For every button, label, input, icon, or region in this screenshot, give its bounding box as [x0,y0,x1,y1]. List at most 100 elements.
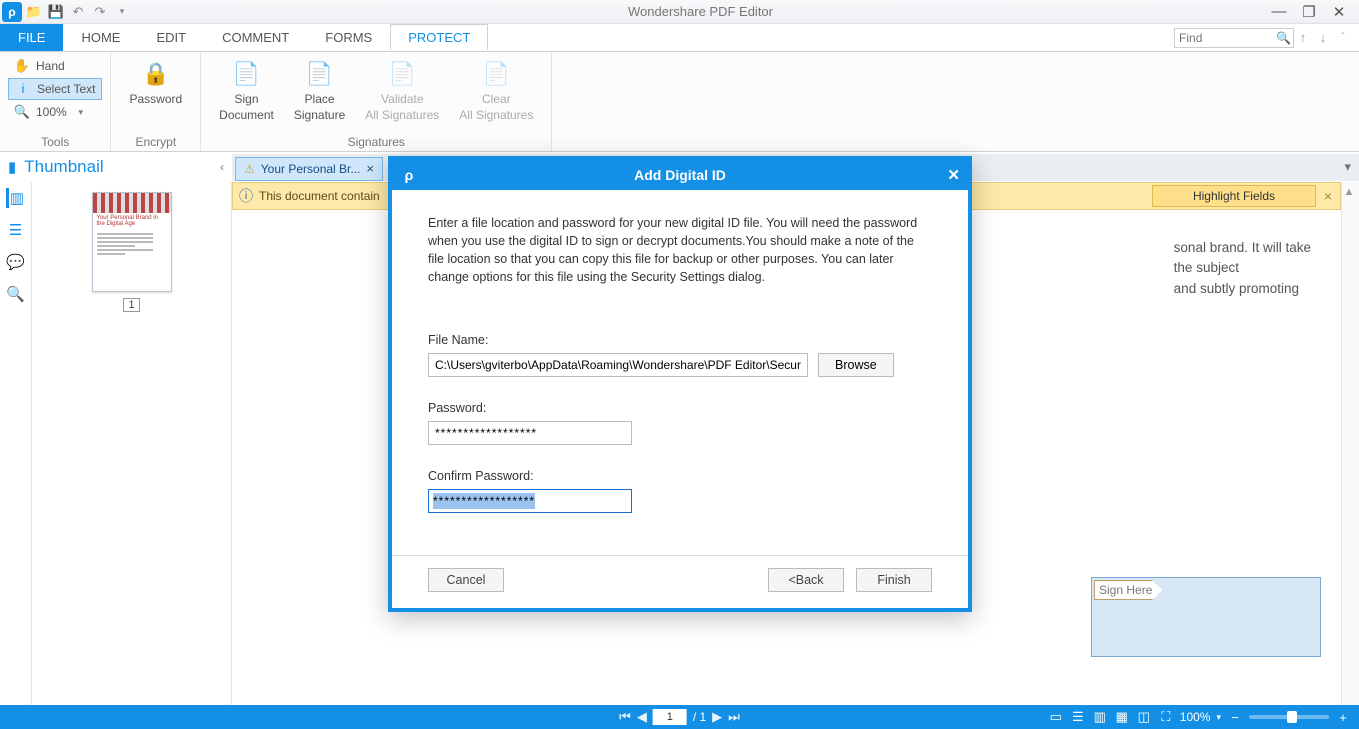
tab-home[interactable]: HOME [63,24,138,51]
redo-icon[interactable]: ↷ [90,2,110,22]
add-digital-id-dialog: ρ Add Digital ID ✕ Enter a file location… [388,156,972,612]
place-signature-button[interactable]: 📄 Place Signature [284,56,355,122]
file-name-label: File Name: [428,333,932,347]
cancel-button[interactable]: Cancel [428,568,504,592]
doc-line-2: the subject [1174,258,1311,278]
zoom-icon: 🔍 [14,104,30,120]
password-button[interactable]: 🔒 Password [119,56,192,106]
signature-field[interactable]: Sign Here [1091,577,1321,657]
dialog-close-icon[interactable]: ✕ [947,166,960,184]
find-next-icon[interactable]: ↓ [1315,30,1331,46]
search-rail-icon[interactable]: 🔍 [6,284,26,304]
doc-tab-overflow-icon[interactable]: ▾ [1344,154,1359,181]
close-tab-icon[interactable]: × [366,161,374,176]
thumbnail-title: Thumbnail [24,157,103,177]
ribbon: ✋Hand ᎥSelect Text 🔍 100% ▾ Tools 🔒 Passwo… [0,52,1359,152]
clear-l1: Clear [482,92,511,106]
ribbon-group-tools: ✋Hand ᎥSelect Text 🔍 100% ▾ Tools [0,52,111,151]
prev-page-icon[interactable]: ◀ [637,709,647,725]
app-logo-icon: ρ [2,2,22,22]
validate-all-button[interactable]: 📄 Validate All Signatures [355,56,449,122]
place-sig-l1: Place [305,92,335,106]
doc-line-3: and subtly promoting [1174,279,1311,299]
zoom-slider[interactable] [1249,715,1329,719]
back-button[interactable]: <Back [768,568,844,592]
notice-close-icon[interactable]: × [1316,188,1340,204]
save-icon[interactable]: 💾 [46,2,66,22]
highlight-fields-button[interactable]: Highlight Fields [1152,185,1316,207]
tools-group-label: Tools [8,133,102,149]
clear-l2: All Signatures [459,108,533,122]
tab-protect[interactable]: PROTECT [390,24,488,51]
collapse-panel-icon[interactable]: ‹ [220,160,224,174]
tab-file[interactable]: FILE [0,24,63,51]
zoom-out-icon[interactable]: − [1227,709,1243,725]
qat-dropdown-icon[interactable]: ▾ [112,2,132,22]
bookmarks-rail-icon[interactable]: ☰ [6,220,26,240]
status-right: ▭ ☰ ▥ ▦ ◫ ⛶ 100% ▾ − + [1048,709,1351,725]
validate-l2: All Signatures [365,108,439,122]
find-prev-icon[interactable]: ↑ [1295,30,1311,46]
next-page-icon[interactable]: ▶ [712,709,722,725]
page-total: / 1 [693,710,706,724]
tab-edit[interactable]: EDIT [138,24,204,51]
password-input[interactable] [428,421,632,445]
sign-doc-l2: Document [219,108,274,122]
chevron-down-icon: ▾ [73,104,89,120]
thumbnails-rail-icon[interactable]: ▥ [6,188,26,208]
minimize-button[interactable]: — [1269,2,1289,22]
ribbon-collapse-icon[interactable]: ˆ [1335,30,1351,46]
browse-button[interactable]: Browse [818,353,894,377]
status-zoom-label: 100% [1180,710,1211,724]
clear-icon: 📄 [480,58,512,90]
search-icon[interactable]: 🔍 [1276,31,1291,45]
maximize-button[interactable]: ❐ [1299,2,1319,22]
select-text-tool[interactable]: ᎥSelect Text [8,78,102,100]
thumbnail-panel: Your Personal Brand in the Digital Age 1 [32,182,232,705]
view-facing-icon[interactable]: ▥ [1092,709,1108,725]
view-continuous-icon[interactable]: ☰ [1070,709,1086,725]
confirm-password-input[interactable]: ****************** [428,489,632,513]
title-bar: ρ 📁 💾 ↶ ↷ ▾ Wondershare PDF Editor — ❐ ✕ [0,0,1359,24]
sign-document-button[interactable]: 📄 Sign Document [209,56,284,122]
zoom-label: 100% [36,105,67,119]
clear-all-button[interactable]: 📄 Clear All Signatures [449,56,543,122]
view-grid-icon[interactable]: ▦ [1114,709,1130,725]
signatures-group-label: Signatures [209,133,543,149]
page-navigator: ⏮ ◀ / 1 ▶ ⏭ [619,709,740,725]
zoom-in-icon[interactable]: + [1335,709,1351,725]
close-button[interactable]: ✕ [1329,2,1349,22]
select-text-label: Select Text [37,82,95,96]
undo-icon[interactable]: ↶ [68,2,88,22]
ribbon-tab-strip: FILE HOME EDIT COMMENT FORMS PROTECT 🔍 ↑… [0,24,1359,52]
tab-comment[interactable]: COMMENT [204,24,307,51]
zoom-dropdown-icon[interactable]: ▾ [1216,712,1221,723]
view-fit-icon[interactable]: ◫ [1136,709,1152,725]
status-bar: ⏮ ◀ / 1 ▶ ⏭ ▭ ☰ ▥ ▦ ◫ ⛶ 100% ▾ − + [0,705,1359,729]
validate-l1: Validate [381,92,423,106]
lock-icon: 🔒 [140,58,172,90]
page-input[interactable] [653,709,687,725]
hand-tool[interactable]: ✋Hand [8,56,102,76]
info-icon: ⓘ [233,186,259,206]
file-name-input[interactable] [428,353,808,377]
first-page-icon[interactable]: ⏮ [619,709,631,725]
view-single-icon[interactable]: ▭ [1048,709,1064,725]
view-fullscreen-icon[interactable]: ⛶ [1158,709,1174,725]
last-page-icon[interactable]: ⏭ [728,709,740,725]
zoom-tool[interactable]: 🔍 100% ▾ [8,102,102,122]
dialog-footer: Cancel <Back Finish [392,555,968,608]
finish-button[interactable]: Finish [856,568,932,592]
open-icon[interactable]: 📁 [24,2,44,22]
tab-forms[interactable]: FORMS [307,24,390,51]
ribbon-group-signatures: 📄 Sign Document 📄 Place Signature 📄 Vali… [201,52,552,151]
comments-rail-icon[interactable]: 💬 [6,252,26,272]
encrypt-group-label: Encrypt [119,133,192,149]
confirm-password-value: ****************** [433,493,535,509]
password-label: Password: [428,401,932,415]
document-tab[interactable]: ⚠ Your Personal Br... × [235,157,383,181]
quick-access-toolbar: ρ 📁 💾 ↶ ↷ ▾ [0,2,132,22]
thumbnail-page-1[interactable]: Your Personal Brand in the Digital Age [92,192,172,292]
gutter-up-icon[interactable]: ▲ [1344,186,1358,200]
page-icon: ▮ [8,158,16,176]
